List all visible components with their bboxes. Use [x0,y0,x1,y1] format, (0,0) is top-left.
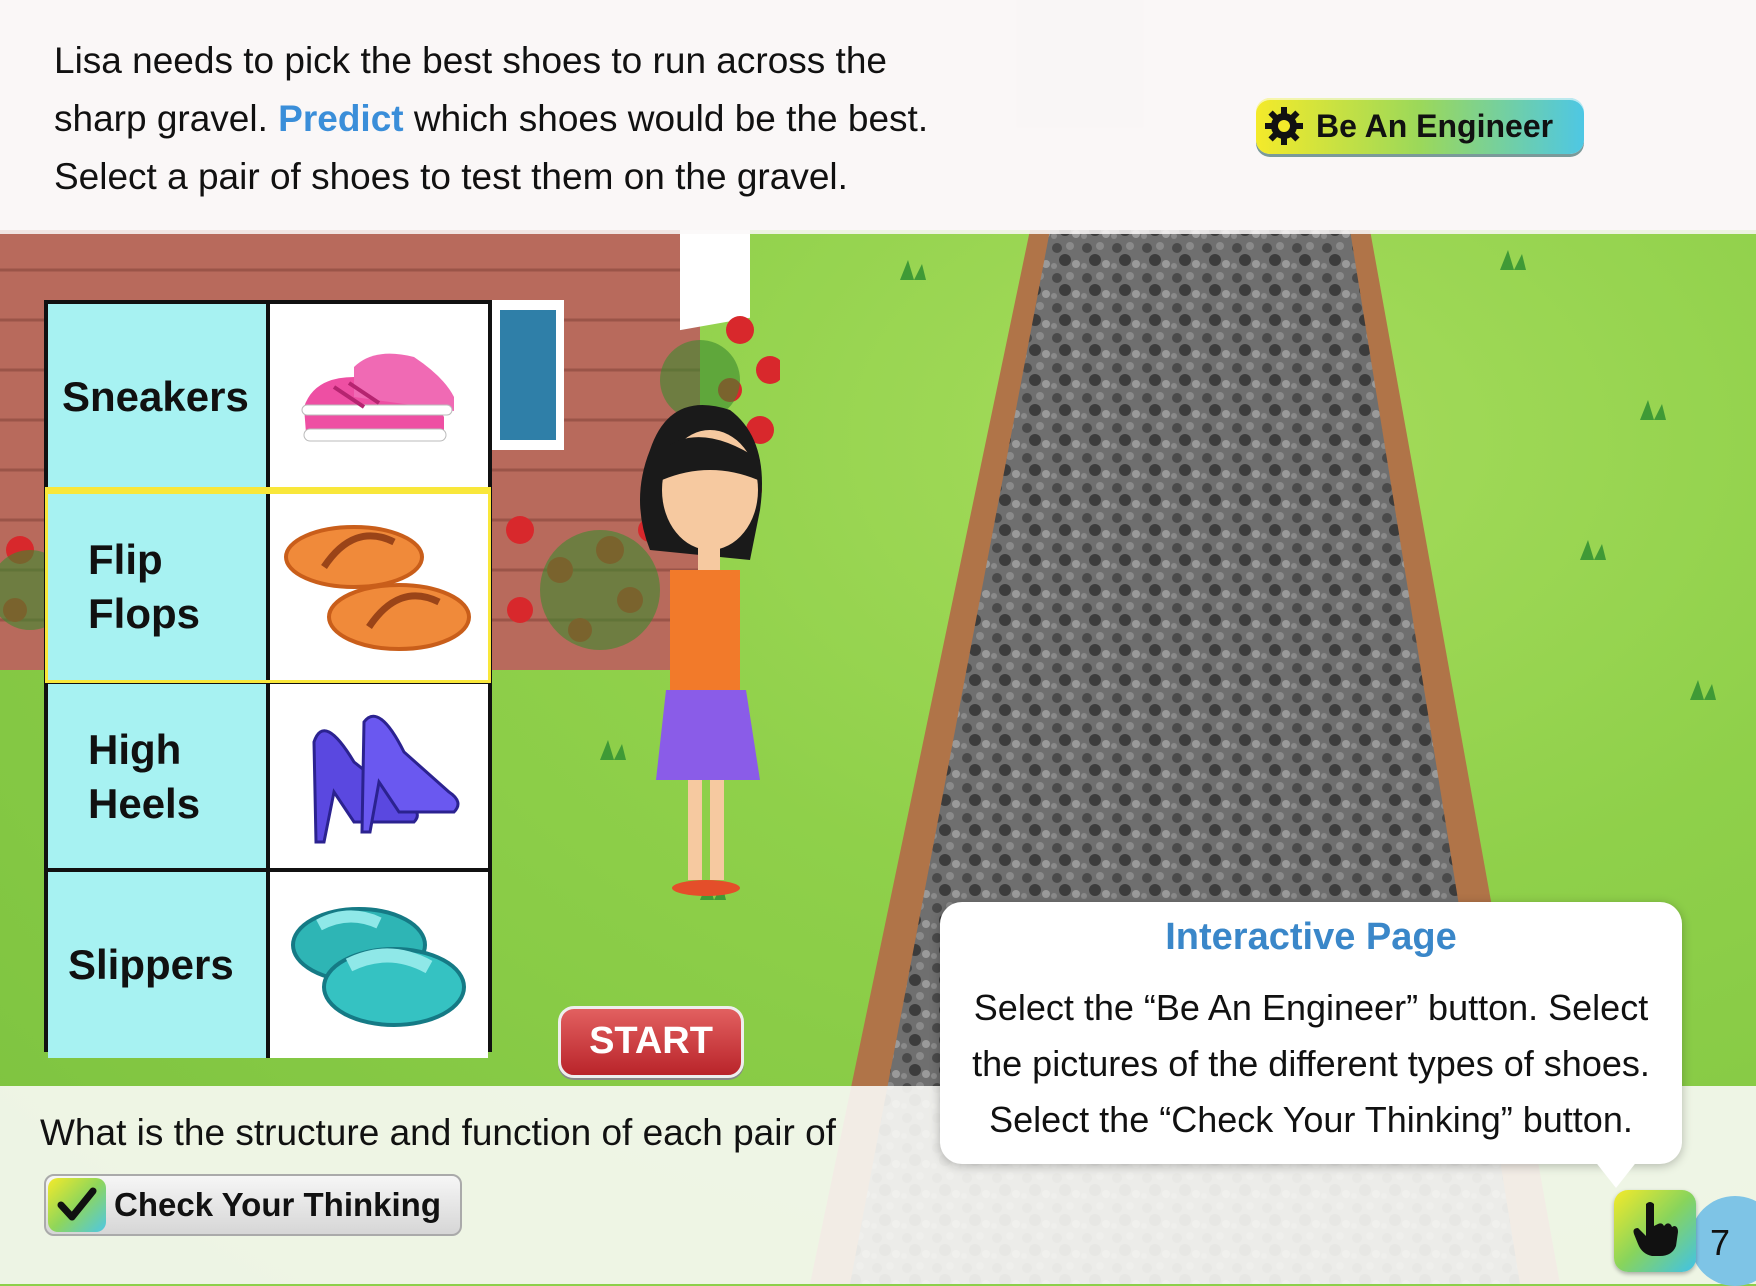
instruction-text: Lisa needs to pick the best shoes to run… [54,32,1054,206]
check-your-thinking-label: Check Your Thinking [114,1186,441,1223]
flip-flops-icon[interactable] [270,494,488,680]
shoe-selection-table: Sneakers Flip Flops High Heels Slippers [44,300,492,1058]
checkmark-icon [48,1178,106,1232]
high-heels-icon[interactable] [270,684,488,870]
start-button[interactable]: START [558,1006,744,1078]
lisa-character [640,405,762,896]
instruction-line-2b: which shoes would be the best. [413,98,929,139]
slippers-icon[interactable] [270,872,488,1058]
instruction-line-3: Select a pair of shoes to test them on t… [54,156,848,197]
be-an-engineer-button[interactable]: Be An Engineer [1256,98,1584,154]
instruction-line-2a: sharp gravel. [54,98,268,139]
tooltip-body: Select the “Be An Engineer” button. Sele… [972,987,1650,1140]
pointing-hand-icon [1630,1200,1680,1263]
shoe-name: Slippers [48,872,270,1058]
shoe-option-sneakers[interactable]: Sneakers [48,304,488,490]
tooltip-title: Interactive Page [1165,916,1457,958]
question-text: What is the structure and function of ea… [40,1112,836,1153]
shoe-option-flip-flops[interactable]: Flip Flops [45,487,491,683]
shoe-name: Flip Flops [48,494,270,680]
interactive-hand-button[interactable] [1614,1190,1696,1272]
interactive-page-tooltip: Interactive Page Select the “Be An Engin… [940,902,1682,1164]
sneakers-icon[interactable] [270,304,488,490]
shoe-option-high-heels[interactable]: High Heels [48,680,488,870]
shoe-option-slippers[interactable]: Slippers [48,868,488,1058]
tooltip-pointer [1594,1160,1638,1188]
check-your-thinking-button[interactable]: Check Your Thinking [44,1174,462,1236]
be-an-engineer-label: Be An Engineer [1316,107,1554,144]
shoe-name: High Heels [48,684,270,870]
shoe-name: Sneakers [48,304,270,490]
predict-highlight: Predict [278,98,404,139]
gear-icon [1256,98,1312,154]
instruction-line-1: Lisa needs to pick the best shoes to run… [54,40,887,81]
page-number: 7 [1710,1222,1731,1263]
